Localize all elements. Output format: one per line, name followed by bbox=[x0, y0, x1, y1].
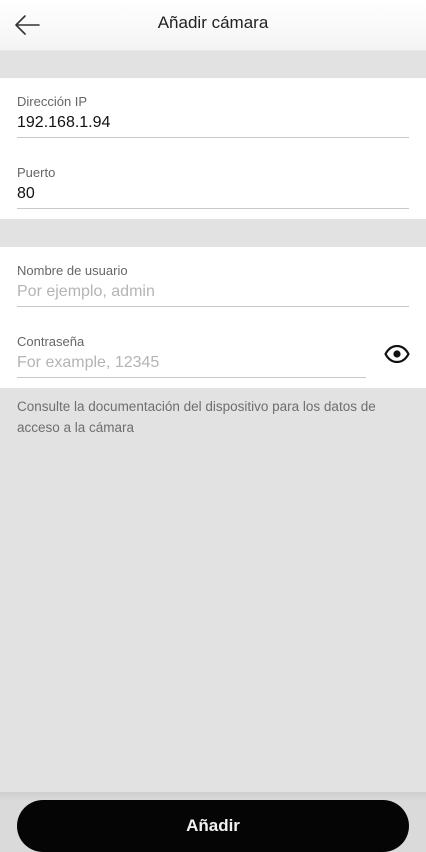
help-text: Consulte la documentación del dispositiv… bbox=[17, 399, 376, 435]
connection-card: Dirección IP Puerto bbox=[0, 78, 426, 219]
app-bar: Añadir cámara bbox=[0, 0, 426, 51]
port-label: Puerto bbox=[17, 165, 56, 180]
username-label: Nombre de usuario bbox=[17, 263, 128, 278]
ip-field: Dirección IP bbox=[17, 94, 409, 138]
port-field: Puerto bbox=[17, 165, 409, 209]
password-input[interactable] bbox=[17, 352, 366, 378]
page-title: Añadir cámara bbox=[157, 13, 269, 32]
add-button[interactable]: Añadir bbox=[17, 800, 409, 852]
port-input[interactable] bbox=[17, 183, 409, 209]
username-input[interactable] bbox=[17, 281, 409, 307]
credentials-card: Nombre de usuario Contraseña bbox=[0, 247, 426, 388]
password-label: Contraseña bbox=[17, 334, 85, 349]
ip-label: Dirección IP bbox=[17, 94, 88, 109]
username-field: Nombre de usuario bbox=[17, 263, 409, 307]
toggle-password-visibility-button[interactable] bbox=[382, 341, 412, 367]
password-field: Contraseña bbox=[17, 334, 366, 378]
ip-input[interactable] bbox=[17, 112, 409, 138]
eye-icon bbox=[384, 345, 410, 363]
bottom-bar: Añadir bbox=[0, 792, 426, 852]
